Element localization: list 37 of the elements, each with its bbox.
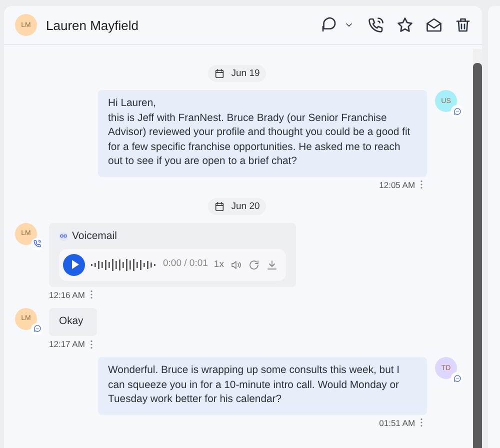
- message-bubble: Hi Lauren, this is Jeff with FranNest. Bruce Brady (our Senior Franchise Advisor) reviewed your profile and thought you could be a good fit for a few specific franchise opportunities. He asked me to reach out to see if you are open to a brief chat?: [98, 90, 428, 177]
- calendar-icon: [214, 68, 226, 79]
- star-icon[interactable]: [396, 16, 414, 34]
- speed-button[interactable]: 1x: [214, 259, 224, 270]
- channel-dropdown[interactable]: [320, 16, 354, 34]
- date-divider: Jun 19: [208, 65, 266, 82]
- more-icon[interactable]: [420, 180, 424, 190]
- waveform[interactable]: [91, 258, 157, 272]
- chat-icon: [452, 106, 462, 116]
- timestamp: 01:51 AM: [379, 418, 416, 428]
- playback-time: 0:00 / 0:01: [163, 257, 208, 272]
- play-button[interactable]: [63, 254, 85, 276]
- chat-icon: [452, 374, 462, 383]
- volume-icon[interactable]: [230, 258, 242, 271]
- chat-icon: [32, 324, 42, 334]
- phone-icon[interactable]: [367, 16, 386, 34]
- delete-icon[interactable]: [454, 16, 472, 34]
- voicemail-icon: [59, 232, 68, 241]
- phone-icon: [32, 239, 42, 248]
- reload-icon[interactable]: [248, 258, 260, 271]
- more-icon[interactable]: [420, 418, 424, 428]
- play-icon: [70, 259, 80, 270]
- timestamp: 12:05 AM: [379, 180, 416, 190]
- more-icon[interactable]: [90, 340, 93, 349]
- timestamp: 12:17 AM: [49, 339, 85, 350]
- download-icon[interactable]: [266, 258, 278, 271]
- message-bubble: Okay: [49, 308, 98, 336]
- more-icon[interactable]: [90, 290, 93, 300]
- contact-name: Lauren Mayfield: [46, 18, 140, 32]
- mail-icon[interactable]: [425, 16, 444, 34]
- date-divider: Jun 20: [208, 198, 266, 215]
- timestamp: 12:16 AM: [49, 290, 85, 300]
- chat-icon: [320, 16, 338, 34]
- calendar-icon: [214, 200, 226, 212]
- voicemail-title: Voicemail: [72, 228, 117, 244]
- message-bubble: Wonderful. Bruce is wrapping up some consults this week, but I can squeeze you in for a 10-minute intro call. Would Monday or Tuesday work better for his calendar?: [98, 357, 428, 415]
- scrollbar[interactable]: [473, 49, 482, 448]
